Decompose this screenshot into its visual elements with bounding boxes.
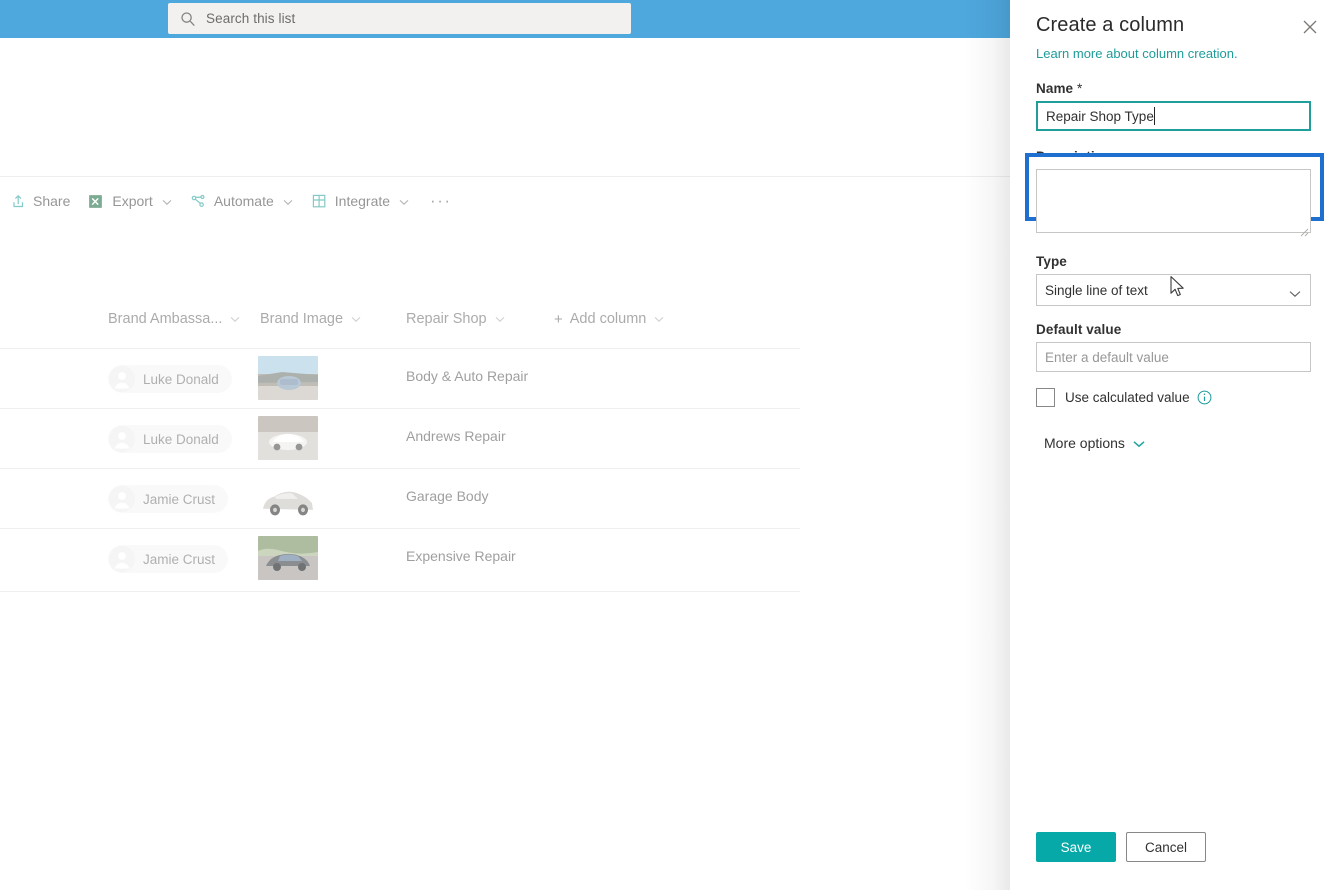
- default-value-input[interactable]: [1036, 342, 1311, 372]
- avatar: [109, 546, 135, 572]
- name-label-text: Name: [1036, 81, 1074, 96]
- close-icon: [1303, 20, 1317, 39]
- persona-pill[interactable]: Luke Donald: [108, 365, 232, 393]
- table-row[interactable]: Jamie Crust Garage Body: [0, 468, 800, 528]
- repair-shop-cell: Garage Body: [406, 488, 489, 504]
- persona-name: Jamie Crust: [143, 551, 216, 567]
- name-label: Name *: [1036, 81, 1311, 96]
- avatar: [109, 426, 135, 452]
- name-field-group: Name *: [1036, 81, 1311, 133]
- repair-shop-cell: Andrews Repair: [406, 428, 506, 444]
- avatar: [109, 486, 135, 512]
- export-label: Export: [112, 193, 153, 209]
- command-bar: Share Export Automate Integrate ···: [0, 186, 1010, 216]
- chevron-down-icon: [351, 311, 361, 327]
- brand-image-thumbnail[interactable]: [258, 536, 318, 580]
- repair-shop-cell: Body & Auto Repair: [406, 368, 529, 384]
- save-button[interactable]: Save: [1036, 832, 1116, 862]
- row-divider: [0, 591, 800, 592]
- type-label: Type: [1036, 254, 1067, 269]
- persona-name: Jamie Crust: [143, 491, 216, 507]
- chevron-down-icon: [1133, 435, 1145, 451]
- excel-export-icon: [88, 193, 105, 210]
- brand-image-thumbnail[interactable]: [258, 478, 318, 522]
- table-row[interactable]: Luke Donald Andrews Repair: [0, 408, 800, 468]
- brand-image-thumbnail[interactable]: [258, 416, 318, 460]
- column-header-label: Repair Shop: [406, 311, 487, 327]
- close-button[interactable]: [1295, 14, 1325, 44]
- list-table: Brand Ambassa... Brand Image Repair Shop: [0, 300, 1010, 592]
- search-input[interactable]: Search this list: [168, 3, 631, 34]
- default-value-field-group: Default value: [1036, 322, 1311, 372]
- more-options-label: More options: [1044, 435, 1125, 451]
- chevron-down-icon: [230, 311, 240, 327]
- add-column-label: Add column: [569, 311, 647, 327]
- more-commands-button[interactable]: ···: [418, 186, 463, 216]
- automate-flow-icon: [190, 193, 207, 210]
- use-calculated-value-checkbox[interactable]: [1036, 388, 1055, 407]
- integrate-button[interactable]: Integrate: [302, 186, 418, 216]
- table-row[interactable]: Jamie Crust Expensive Repair: [0, 528, 800, 588]
- learn-more-link[interactable]: Learn more about column creation.: [1036, 46, 1337, 61]
- use-calculated-value-row[interactable]: Use calculated value: [1036, 388, 1311, 407]
- repair-shop-cell: Expensive Repair: [406, 548, 516, 564]
- use-calculated-value-label: Use calculated value: [1065, 390, 1190, 405]
- description-textarea[interactable]: [1036, 169, 1311, 233]
- persona-pill[interactable]: Luke Donald: [108, 425, 232, 453]
- automate-label: Automate: [213, 193, 274, 209]
- default-value-label: Default value: [1036, 322, 1122, 337]
- chevron-down-icon: [162, 193, 172, 209]
- info-icon[interactable]: [1197, 390, 1212, 405]
- column-header-brand-ambassador[interactable]: Brand Ambassa...: [108, 311, 240, 327]
- search-placeholder: Search this list: [206, 11, 296, 26]
- share-button[interactable]: Share: [0, 186, 79, 216]
- share-icon: [9, 193, 26, 210]
- add-column-button[interactable]: + Add column: [554, 311, 664, 328]
- panel-footer: Save Cancel: [1010, 816, 1337, 890]
- required-marker: *: [1073, 81, 1083, 96]
- column-header-brand-image[interactable]: Brand Image: [260, 311, 361, 327]
- avatar: [109, 366, 135, 392]
- persona-pill[interactable]: Jamie Crust: [108, 485, 229, 513]
- screen: Search this list Share Export Automate I…: [0, 0, 1337, 890]
- share-label: Share: [33, 193, 71, 209]
- export-button[interactable]: Export: [79, 186, 180, 216]
- text-caret: [1154, 107, 1155, 125]
- header-divider: [0, 176, 1010, 177]
- type-dropdown[interactable]: Single line of text: [1036, 274, 1311, 306]
- automate-button[interactable]: Automate: [181, 186, 302, 216]
- column-header-label: Brand Ambassa...: [108, 311, 223, 327]
- chevron-down-icon: [1289, 285, 1301, 303]
- table-header-row: Brand Ambassa... Brand Image Repair Shop: [0, 300, 1010, 338]
- table-row[interactable]: Luke Donald Body & Auto Repair: [0, 348, 800, 408]
- integrate-label: Integrate: [334, 193, 391, 209]
- page-title: Create a column: [1036, 14, 1185, 36]
- chevron-down-icon: [495, 311, 505, 327]
- chevron-down-icon: [654, 311, 664, 327]
- type-selected-value: Single line of text: [1045, 282, 1148, 298]
- more-options-toggle[interactable]: More options: [1044, 435, 1145, 451]
- cancel-button[interactable]: Cancel: [1126, 832, 1206, 862]
- plus-icon: +: [554, 310, 563, 328]
- chevron-down-icon: [283, 193, 293, 209]
- column-header-label: Brand Image: [260, 311, 344, 327]
- brand-image-thumbnail[interactable]: [258, 356, 318, 400]
- name-input[interactable]: [1036, 101, 1311, 131]
- persona-pill[interactable]: Jamie Crust: [108, 545, 229, 573]
- persona-name: Luke Donald: [143, 371, 219, 387]
- integrate-grid-icon: [311, 193, 328, 210]
- panel-body: Name * Description: [1010, 81, 1337, 453]
- type-field-group: Type Single line of text: [1036, 254, 1311, 306]
- create-column-panel: Create a column Learn more about column …: [1010, 0, 1337, 890]
- column-header-repair-shop[interactable]: Repair Shop: [406, 311, 505, 327]
- search-icon: [180, 11, 196, 27]
- persona-name: Luke Donald: [143, 431, 219, 447]
- chevron-down-icon: [399, 193, 409, 209]
- panel-header: Create a column: [1010, 0, 1337, 37]
